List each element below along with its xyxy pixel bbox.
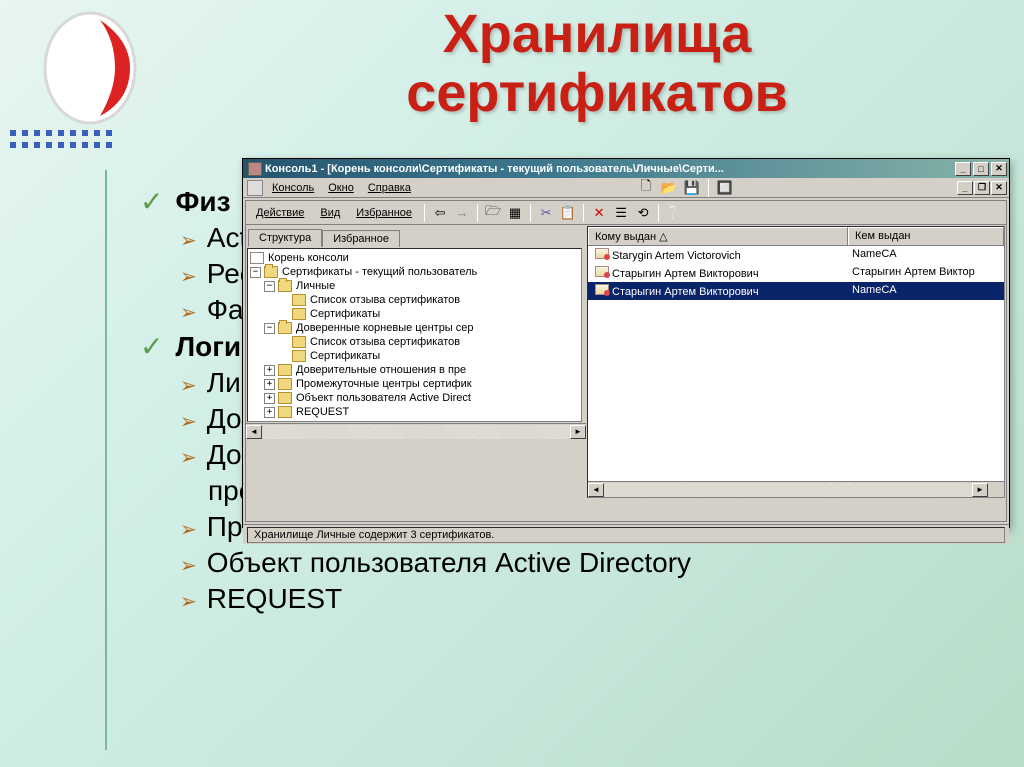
tree-root[interactable]: Корень консоли	[268, 252, 349, 264]
scroll-left-icon[interactable]: ◄	[246, 425, 262, 439]
up-icon[interactable]: 🗁	[483, 204, 503, 222]
copy-icon[interactable]: 📋	[558, 204, 578, 222]
expand-icon[interactable]: +	[264, 407, 275, 418]
back-icon[interactable]: ⇦	[430, 204, 450, 222]
menu-favorites[interactable]: Избранное	[349, 205, 419, 221]
list-icon[interactable]: ▦	[505, 204, 525, 222]
inner-close-button[interactable]: ✕	[991, 181, 1007, 195]
app-icon	[248, 162, 262, 176]
col-issued-to[interactable]: Кому выдан △	[588, 227, 848, 245]
list-hscroll[interactable]: ◄ ►	[588, 481, 1004, 497]
tree-hscroll[interactable]: ◄ ►	[246, 423, 586, 439]
decorative-dots	[10, 130, 114, 150]
list-body: Starygin Artem Victorovich NameCA Старыг…	[588, 246, 1004, 481]
list-row-selected[interactable]: Старыгин Артем Викторович NameCA	[588, 282, 1004, 300]
scroll-left-icon[interactable]: ◄	[588, 483, 604, 497]
folder-icon	[278, 406, 292, 418]
folder-icon	[292, 308, 306, 320]
tree-ad-object[interactable]: Объект пользователя Active Direct	[296, 392, 471, 404]
tree-request[interactable]: REQUEST	[296, 406, 349, 418]
folder-icon	[264, 266, 278, 278]
tree-revlist[interactable]: Список отзыва сертификатов	[310, 294, 460, 306]
inner-restore-button[interactable]: ❐	[974, 181, 990, 195]
tree-certs[interactable]: Сертификаты	[310, 308, 380, 320]
certificate-icon	[595, 284, 609, 295]
expand-icon[interactable]: −	[250, 267, 261, 278]
forward-icon[interactable]: →	[452, 204, 472, 222]
folder-icon	[278, 378, 292, 390]
properties2-icon[interactable]: ☰	[611, 204, 631, 222]
decorative-vline	[105, 170, 107, 750]
expand-icon[interactable]: −	[264, 281, 275, 292]
folder-icon	[292, 336, 306, 348]
slide-title: Хранилища сертификатов	[200, 5, 994, 124]
tree-tabbar: Структура Избранное	[246, 225, 586, 247]
folder-icon	[292, 294, 306, 306]
expand-icon[interactable]: +	[264, 393, 275, 404]
window-title: Консоль1 - [Корень консоли\Сертификаты -…	[265, 163, 955, 175]
list-row[interactable]: Старыгин Артем Викторович Старыгин Артем…	[588, 264, 1004, 282]
close-button[interactable]: ✕	[991, 162, 1007, 176]
properties-icon[interactable]: 🔲	[715, 179, 735, 197]
menu-view[interactable]: Вид	[313, 205, 347, 221]
folder-icon	[278, 280, 292, 292]
expand-icon[interactable]: +	[264, 365, 275, 376]
menu-window[interactable]: Окно	[321, 180, 361, 196]
col-issued-by[interactable]: Кем выдан	[848, 227, 1004, 245]
refresh-icon[interactable]: ⟲	[633, 204, 653, 222]
new-icon[interactable]: 🗋	[636, 179, 656, 197]
resize-corner[interactable]	[988, 482, 1004, 498]
menubar-outer: Консоль Окно Справка 🗋 📂 💾 🔲 _ ❐ ✕	[243, 178, 1009, 198]
menu-help[interactable]: Справка	[361, 180, 418, 196]
tree-personal[interactable]: Личные	[296, 280, 335, 292]
save-icon[interactable]: 💾	[682, 179, 702, 197]
tab-favorites[interactable]: Избранное	[322, 230, 400, 247]
help-icon[interactable]: ❔	[664, 204, 684, 222]
mmc-window: Консоль1 - [Корень консоли\Сертификаты -…	[242, 158, 1010, 528]
tree-certs2[interactable]: Сертификаты	[310, 350, 380, 362]
scroll-right-icon[interactable]: ►	[570, 425, 586, 439]
cut-icon[interactable]: ✂	[536, 204, 556, 222]
window-titlebar[interactable]: Консоль1 - [Корень консоли\Сертификаты -…	[243, 159, 1009, 178]
folder-icon	[278, 392, 292, 404]
list-row[interactable]: Starygin Artem Victorovich NameCA	[588, 246, 1004, 264]
statusbar: Хранилище Личные содержит 3 сертификатов…	[243, 524, 1009, 544]
tree-cert-user[interactable]: Сертификаты - текущий пользователь	[282, 266, 477, 278]
certificate-icon	[595, 266, 609, 277]
expand-icon[interactable]: +	[264, 379, 275, 390]
tree-revlist2[interactable]: Список отзыва сертификатов	[310, 336, 460, 348]
list-header: Кому выдан △ Кем выдан	[588, 227, 1004, 246]
tree-trusted-root[interactable]: Доверенные корневые центры сер	[296, 322, 474, 334]
tab-structure[interactable]: Структура	[248, 229, 322, 247]
status-text: Хранилище Личные содержит 3 сертификатов…	[247, 527, 1005, 543]
expand-icon[interactable]: −	[264, 323, 275, 334]
folder-icon	[292, 350, 306, 362]
tree-intermediate[interactable]: Промежуточные центры сертифик	[296, 378, 472, 390]
menu-action[interactable]: Действие	[249, 205, 311, 221]
maximize-button[interactable]: □	[973, 162, 989, 176]
certificate-icon	[595, 248, 609, 259]
toolbar: Действие Вид Избранное ⇦ → 🗁 ▦ ✂ 📋 ✕ ☰ ⟲…	[246, 201, 1006, 225]
system-menu-icon[interactable]	[247, 180, 263, 196]
console-root-icon	[250, 252, 264, 264]
inner-minimize-button[interactable]: _	[957, 181, 973, 195]
folder-icon	[278, 322, 292, 334]
inner-window: Действие Вид Избранное ⇦ → 🗁 ▦ ✂ 📋 ✕ ☰ ⟲…	[245, 200, 1007, 522]
menu-console[interactable]: Консоль	[265, 180, 321, 196]
slide-logo	[40, 10, 140, 125]
open-icon[interactable]: 📂	[659, 179, 679, 197]
tree-trust-rel[interactable]: Доверительные отношения в пре	[296, 364, 466, 376]
list-pane[interactable]: Кому выдан △ Кем выдан Starygin Artem Vi…	[587, 226, 1005, 498]
delete-icon[interactable]: ✕	[589, 204, 609, 222]
scroll-right-icon[interactable]: ►	[972, 483, 988, 497]
minimize-button[interactable]: _	[955, 162, 971, 176]
tree-pane[interactable]: Корень консоли −Сертификаты - текущий по…	[247, 248, 582, 422]
folder-icon	[278, 364, 292, 376]
